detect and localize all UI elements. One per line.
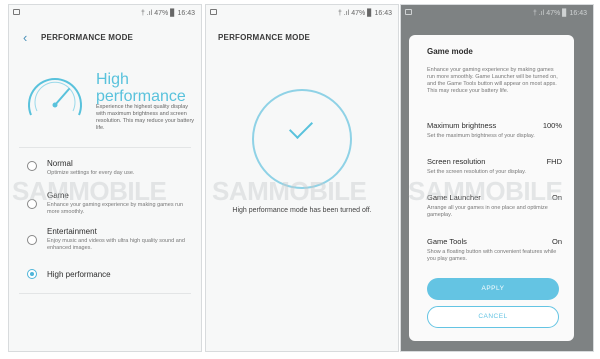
mode-name: High performance	[47, 270, 111, 279]
mode-name: Game	[47, 191, 69, 200]
checkmark-icon	[288, 114, 314, 140]
back-arrow-icon[interactable]: ‹	[23, 31, 27, 44]
notification-icon	[13, 9, 20, 15]
setting-description: Set the screen resolution of your displa…	[427, 169, 526, 175]
setting-description: Arrange all your games in one place and …	[427, 205, 548, 218]
checkmark-circle-icon	[252, 89, 352, 189]
dialog-title: Game mode	[427, 47, 473, 56]
setting-value: On	[551, 193, 562, 202]
setting-value: On	[551, 237, 562, 246]
radio-button[interactable]	[27, 161, 37, 171]
mode-option-game[interactable]: Game Enhance your gaming experience by m…	[9, 191, 201, 225]
setting-label: Maximum brightness	[427, 121, 497, 130]
mode-option-entertainment[interactable]: Entertainment Enjoy music and videos wit…	[9, 227, 201, 261]
mode-description: Enjoy music and videos with ultra high q…	[47, 238, 185, 251]
header-title: High performance	[96, 71, 186, 105]
setting-screen-resolution: Screen resolution FHD Set the screen res…	[427, 157, 562, 176]
setting-value: FHD	[546, 157, 562, 166]
setting-game-launcher: Game Launcher On Arrange all your games …	[427, 193, 562, 219]
setting-maximum-brightness: Maximum brightness 100% Set the maximum …	[427, 121, 562, 140]
setting-label: Game Tools	[427, 237, 467, 246]
divider	[19, 293, 191, 294]
confirmation-screen: † .ıl 47% ▊ 16:43 PERFORMANCE MODE High …	[205, 4, 399, 352]
mode-description: Optimize settings for every day use.	[47, 170, 135, 176]
setting-value: 100%	[542, 121, 562, 130]
setting-game-tools: Game Tools On Show a floating button wit…	[427, 237, 562, 263]
notification-icon	[405, 9, 412, 15]
status-indicators: † .ıl 47% ▊ 16:43	[337, 10, 392, 17]
status-bar: † .ıl 47% ▊ 16:43	[9, 5, 201, 21]
mode-name: Entertainment	[47, 227, 97, 236]
app-bar: ‹ PERFORMANCE MODE	[9, 27, 201, 51]
setting-description: Set the maximum brightness of your displ…	[427, 133, 535, 139]
status-message: High performance mode has been turned of…	[232, 207, 372, 214]
mode-option-high-performance[interactable]: High performance	[9, 267, 201, 301]
page-title: PERFORMANCE MODE	[218, 33, 311, 42]
page-title: PERFORMANCE MODE	[41, 33, 134, 42]
status-indicators: † .ıl 47% ▊ 16:43	[140, 10, 195, 17]
cancel-button[interactable]: CANCEL	[427, 306, 559, 328]
notification-icon	[210, 9, 217, 15]
speedometer-icon	[28, 78, 82, 116]
status-indicators: † .ıl 47% ▊ 16:43	[532, 10, 587, 17]
mode-description: Enhance your gaming experience by making…	[47, 202, 184, 215]
radio-button-selected[interactable]	[27, 269, 37, 279]
setting-description: Show a floating button with convenient f…	[427, 249, 557, 262]
header-description: Experience the highest quality display w…	[96, 104, 195, 131]
divider	[19, 147, 191, 148]
radio-button[interactable]	[27, 235, 37, 245]
status-bar: † .ıl 47% ▊ 16:43	[206, 5, 398, 21]
mode-name: Normal	[47, 159, 73, 168]
radio-button[interactable]	[27, 199, 37, 209]
dialog-intro: Enhance your gaming experience by making…	[427, 67, 558, 94]
status-bar: † .ıl 47% ▊ 16:43	[401, 5, 593, 21]
game-mode-dialog: Game mode Enhance your gaming experience…	[409, 35, 574, 341]
mode-option-normal[interactable]: Normal Optimize settings for every day u…	[9, 157, 201, 191]
app-bar: PERFORMANCE MODE	[206, 27, 398, 51]
setting-label: Screen resolution	[427, 157, 486, 166]
apply-button[interactable]: APPLY	[427, 278, 559, 300]
performance-mode-screen: † .ıl 47% ▊ 16:43 ‹ PERFORMANCE MODE Hig…	[8, 4, 202, 352]
setting-label: Game Launcher	[427, 193, 481, 202]
